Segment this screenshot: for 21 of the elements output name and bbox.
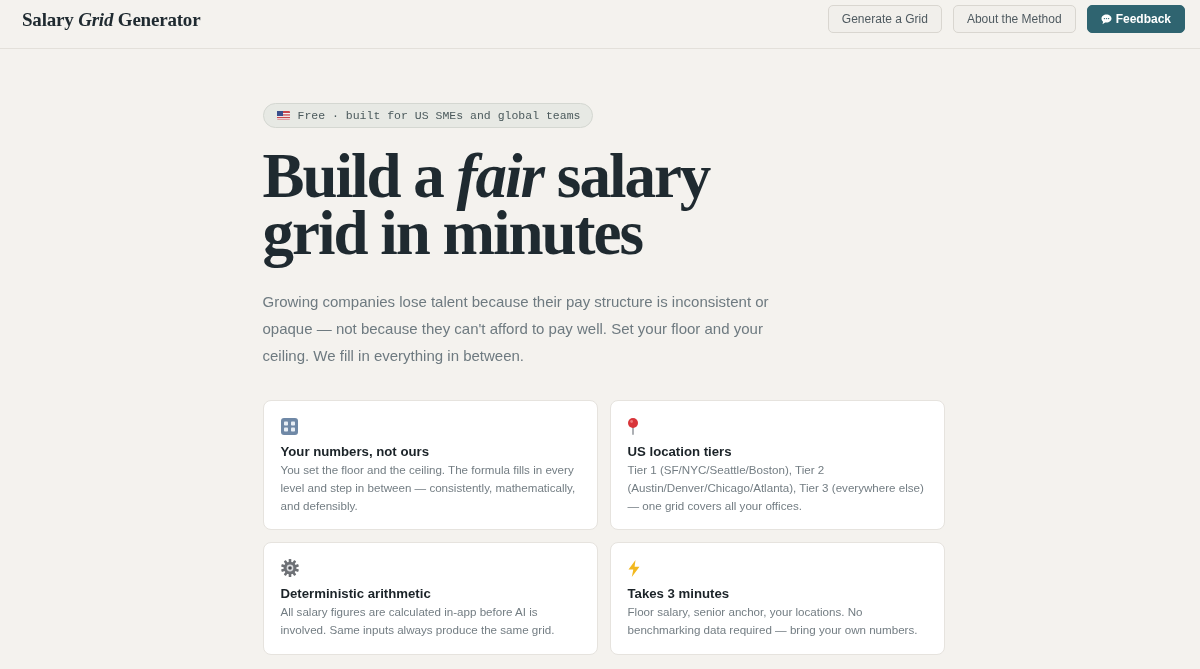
feature-title: Your numbers, not ours [280,444,430,459]
lead-paragraph: Growing companies lose talent because their pay structure is inconsistent or opaque — not because they can't afford to pay well. Set your floor and your ceiling. We fill in everything in between. [262,292,770,366]
flag-icon [276,111,290,120]
feature-text: Floor salary, senior anchor, your locations. No benchmarking data required — bring your own numbers. [627,604,919,638]
pin-icon [627,417,638,435]
number-tile-icon [280,417,298,435]
feature-text: You set the floor and the ceiling. The formula fills in every level and step in between — consistently, mathematically, and defensibly. [280,462,577,514]
feature-title: Takes 3 minutes [627,586,731,601]
gear-icon [280,559,299,577]
headline: Build a fair salary grid in minutes [262,143,711,270]
feature-text: All salary figures are calculated in-app before AI is involved. Same inputs always produce the same grid. [280,604,556,638]
lightning-icon [627,559,640,577]
nav-button[interactable]: Generate a Grid [827,5,942,33]
feature-text: Tier 1 (SF/NYC/Seattle/Boston), Tier 2 (Austin/Denver/Chicago/Atlanta), Tier 3 (everywhere else) — one grid covers all your offices. [627,462,925,514]
logo: Salary Grid Generator [22,9,201,31]
feedback-button[interactable]: Feedback [1086,5,1185,33]
badge-text: Free · built for US SMEs and global teams [297,109,581,122]
feature-title: US location tiers [627,444,733,459]
speech-bubble-icon [1100,13,1112,25]
feature-title: Deterministic arithmetic [280,586,432,601]
nav-button[interactable]: About the Method [952,5,1076,33]
